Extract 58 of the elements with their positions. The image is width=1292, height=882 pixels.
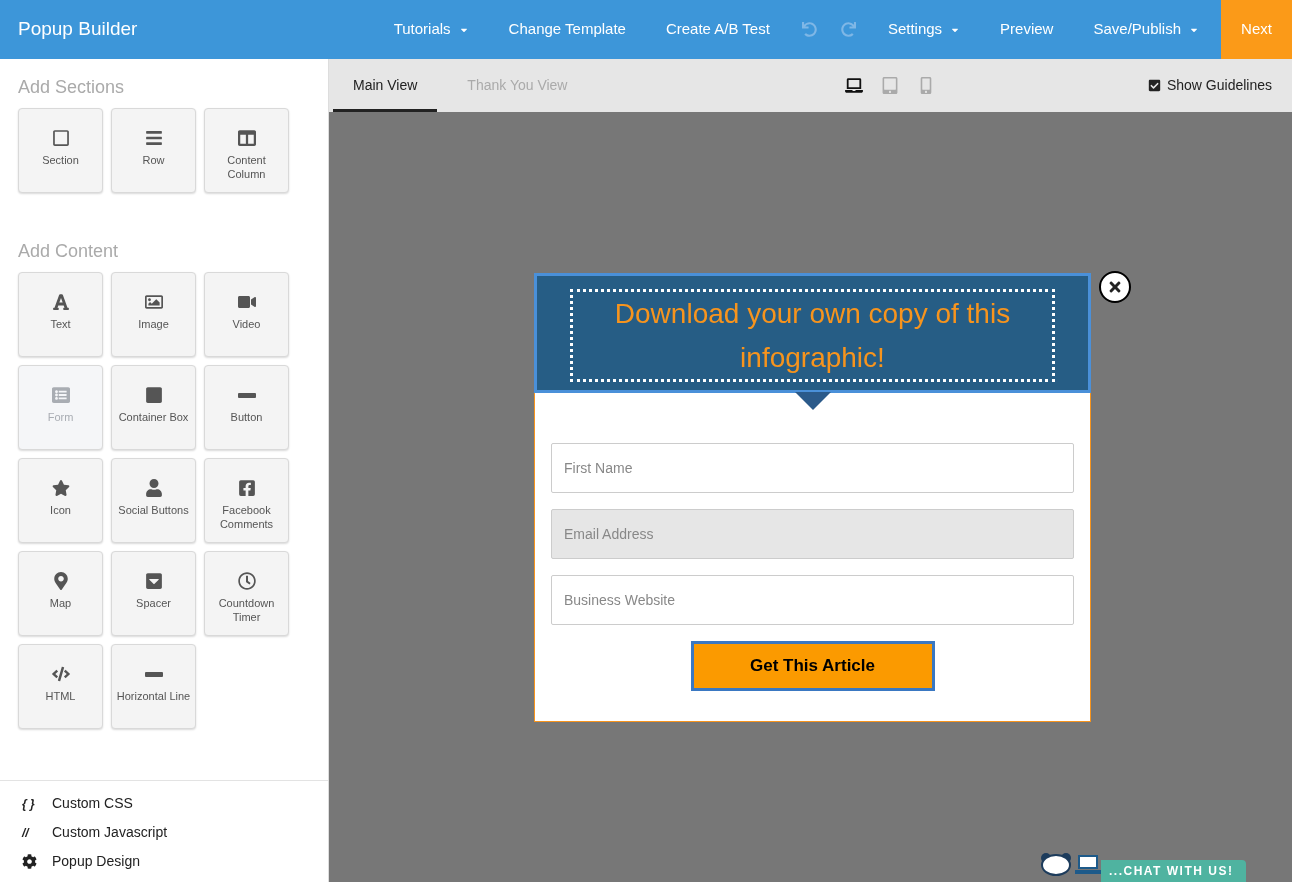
bars-icon <box>144 129 163 147</box>
element-tile[interactable]: Video <box>204 272 289 357</box>
checkbox[interactable] <box>1147 79 1161 92</box>
footer-link[interactable]: // Custom Javascript <box>22 818 306 847</box>
view-tab[interactable]: Main View <box>333 59 438 112</box>
code-glyph: { } <box>22 795 36 813</box>
dash-icon <box>144 671 163 677</box>
element-tile[interactable]: Section <box>18 108 103 193</box>
form-icon <box>51 386 70 404</box>
element-tile[interactable]: Button <box>204 365 289 450</box>
element-tile[interactable]: Spacer <box>111 551 196 636</box>
code-glyph: // <box>22 824 31 842</box>
settings-icon <box>22 854 37 869</box>
footer-link[interactable]: { } Custom CSS <box>22 789 306 818</box>
element-tile[interactable]: Countdown Timer <box>204 551 289 636</box>
input-field[interactable]: Email Address <box>551 509 1074 559</box>
chat-label: ...CHAT WITH US! <box>1101 860 1246 882</box>
clock-icon <box>237 572 256 590</box>
input-field[interactable]: Business Website <box>551 575 1074 625</box>
letter-icon <box>51 293 70 311</box>
section-heading: Add Content <box>18 240 120 263</box>
element-tile[interactable]: Facebook Comments <box>204 458 289 543</box>
element-tile[interactable]: Row <box>111 108 196 193</box>
close-button[interactable] <box>1099 271 1131 303</box>
element-tile[interactable]: HTML <box>18 644 103 729</box>
app-title: Popup Builder <box>17 17 138 42</box>
guidelines-toggle[interactable]: Show Guidelines <box>1147 59 1288 112</box>
element-tile[interactable]: Image <box>111 272 196 357</box>
element-tile[interactable]: Map <box>18 551 103 636</box>
code-icon <box>51 665 70 683</box>
undo-icon <box>801 22 817 37</box>
element-tile[interactable]: Icon <box>18 458 103 543</box>
submit-button[interactable]: Get This Article <box>690 641 935 691</box>
laptop-icon <box>1075 854 1101 876</box>
caret-box-icon <box>144 572 163 590</box>
person-icon <box>144 479 163 497</box>
redo-icon <box>840 22 856 37</box>
map-pin-icon <box>51 572 70 590</box>
close-icon <box>1107 279 1123 295</box>
element-tile[interactable]: Horizontal Line <box>111 644 196 729</box>
facebook-icon <box>237 479 256 497</box>
headline: Download your own copy of this infographic! <box>570 289 1055 382</box>
element-tile[interactable]: Social Buttons <box>111 458 196 543</box>
tablet-view-button[interactable] <box>881 77 900 94</box>
element-tile[interactable]: Text <box>18 272 103 357</box>
video-camera-icon <box>237 293 256 311</box>
filled-square-icon <box>144 386 163 404</box>
input-field[interactable]: First Name <box>551 443 1074 493</box>
element-tile[interactable]: Container Box <box>111 365 196 450</box>
dash-icon <box>237 392 256 398</box>
star-icon <box>51 479 70 497</box>
element-tile[interactable]: Content Column <box>204 108 289 193</box>
section-heading: Add Sections <box>18 76 126 99</box>
image-icon <box>144 293 163 311</box>
panda-icon <box>1039 852 1073 876</box>
columns-icon <box>237 129 256 147</box>
footer-link[interactable]: Popup Design <box>22 847 306 876</box>
laptop-view-button[interactable] <box>845 77 864 94</box>
